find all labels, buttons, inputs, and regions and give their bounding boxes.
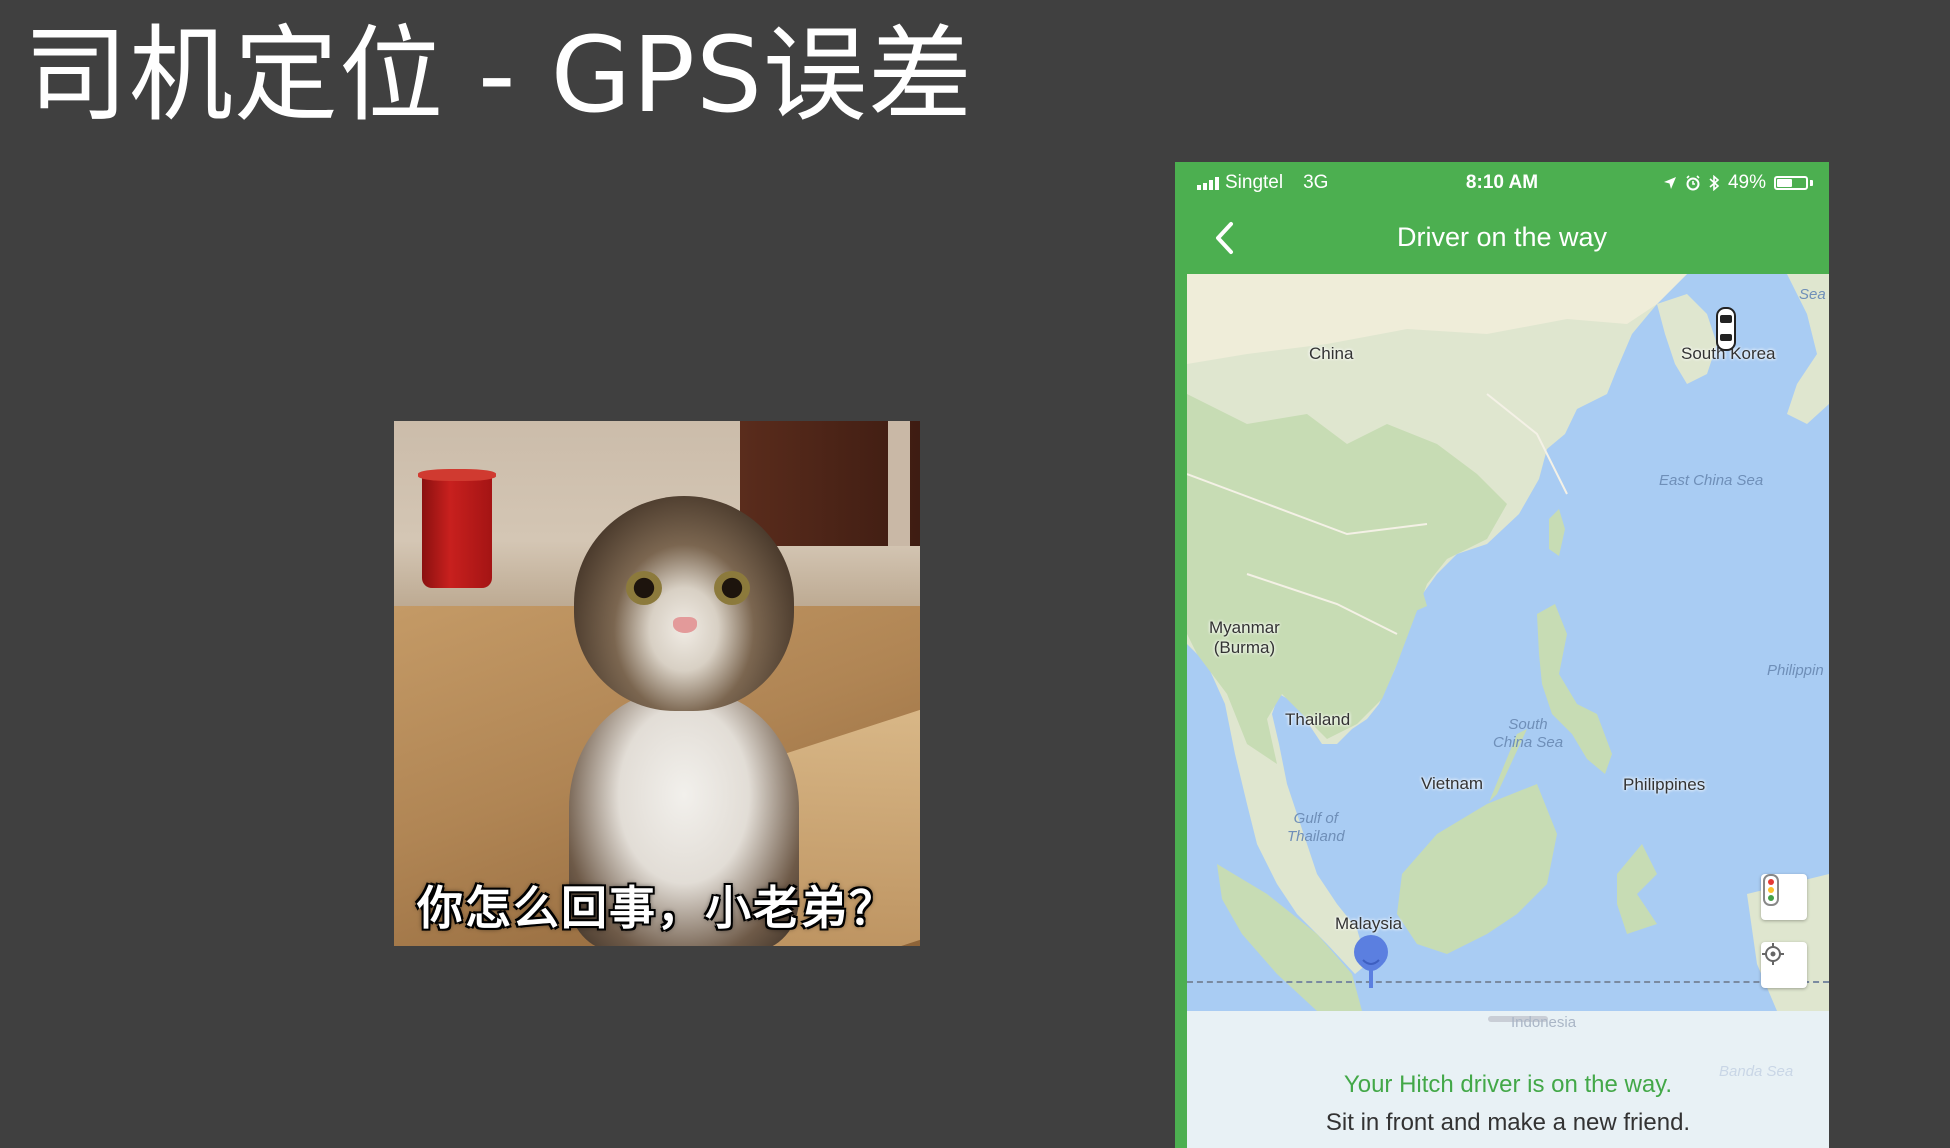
meme-door-frame bbox=[888, 421, 910, 546]
status-right: 49% bbox=[1663, 172, 1813, 194]
map-label-gulf-of-thailand: Gulf of Thailand bbox=[1287, 810, 1345, 845]
meme-caption: 你怎么回事，小老弟？ bbox=[417, 881, 897, 935]
map-label-myanmar: Myanmar (Burma) bbox=[1209, 618, 1280, 657]
locate-me-button[interactable] bbox=[1761, 942, 1807, 988]
meme-cat-nose bbox=[673, 617, 697, 633]
meme-red-cup bbox=[422, 473, 492, 588]
hitch-status-text: Your Hitch driver is on the way. bbox=[1343, 1071, 1673, 1098]
cat-meme-image: 你怎么回事，小老弟？ bbox=[394, 421, 920, 946]
map-label-thailand: Thailand bbox=[1285, 710, 1351, 729]
slide-title: 司机定位 - GPS误差 bbox=[24, 14, 973, 136]
map-label-philippine-sea: Philippin bbox=[1767, 662, 1824, 679]
location-arrow-icon bbox=[1663, 177, 1676, 189]
map-label-indonesia: Indonesia bbox=[1511, 1014, 1577, 1031]
bluetooth-icon bbox=[1709, 175, 1720, 191]
map-label-east-china-sea: East China Sea bbox=[1659, 472, 1764, 489]
map-land-shapes bbox=[1187, 274, 1829, 1011]
phone-screenshot: Singtel 3G 8:10 AM 49% Driver on the way… bbox=[1175, 162, 1829, 1148]
status-bar: Singtel 3G 8:10 AM 49% bbox=[1175, 162, 1829, 202]
map-view[interactable]: China South Korea Sea East China Sea Mya… bbox=[1187, 274, 1829, 1011]
nav-bar: Driver on the way bbox=[1175, 202, 1829, 274]
map-label-vietnam: Vietnam bbox=[1421, 774, 1484, 793]
meme-cat-head bbox=[574, 496, 794, 711]
nav-title: Driver on the way bbox=[1396, 222, 1608, 252]
meme-cat-eye-left bbox=[626, 571, 662, 605]
hitch-hint-text: Sit in front and make a new friend. bbox=[1325, 1109, 1691, 1136]
trip-status-panel: Indonesia Banda Sea Your Hitch driver is… bbox=[1187, 1011, 1829, 1148]
map-land-taiwan bbox=[1549, 509, 1565, 556]
car-icon[interactable] bbox=[1715, 306, 1737, 352]
traffic-light-icon bbox=[1763, 874, 1779, 906]
map-land-sulawesi bbox=[1617, 844, 1657, 934]
alarm-icon bbox=[1686, 175, 1700, 191]
map-label-china: China bbox=[1309, 344, 1354, 363]
traffic-button[interactable] bbox=[1761, 874, 1807, 920]
map-label-sea-top: Sea bbox=[1799, 286, 1826, 303]
map-label-south-china-sea: South China Sea bbox=[1493, 716, 1564, 751]
map-label-philippines: Philippines bbox=[1623, 775, 1706, 794]
battery-icon bbox=[1774, 176, 1808, 190]
map-land-korea bbox=[1657, 294, 1717, 384]
location-pin-icon[interactable] bbox=[1353, 934, 1389, 990]
map-route-dashed-line bbox=[1187, 981, 1829, 983]
battery-percent: 49% bbox=[1727, 172, 1766, 193]
meme-cat-eye-right bbox=[714, 571, 750, 605]
battery-tip bbox=[1810, 180, 1813, 186]
map-land-borneo bbox=[1397, 784, 1557, 954]
crosshair-icon bbox=[1762, 943, 1784, 965]
map-label-malaysia: Malaysia bbox=[1335, 914, 1403, 933]
meme-red-cup-rim bbox=[418, 469, 496, 481]
